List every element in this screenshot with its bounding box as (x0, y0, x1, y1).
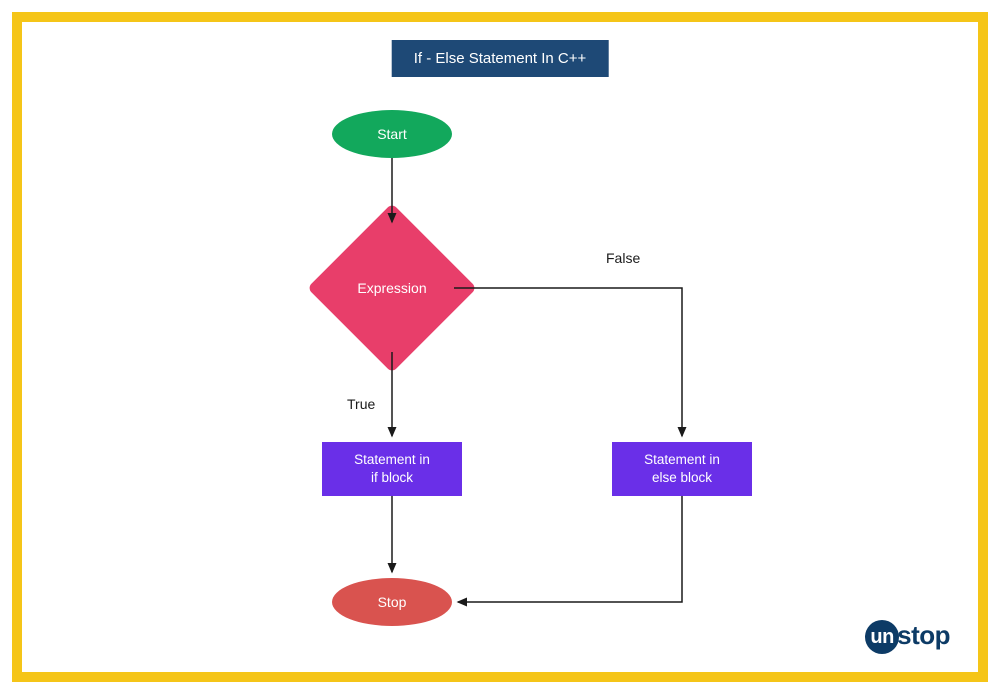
diagram-title: If - Else Statement In C++ (392, 40, 609, 77)
decision-node: Expression (332, 228, 452, 348)
if-block-node: Statement in if block (322, 442, 462, 496)
expression-label: Expression (357, 280, 426, 296)
else-block-label: Statement in else block (644, 451, 720, 486)
true-edge-label: True (347, 396, 375, 412)
logo-circle: un (865, 620, 899, 654)
diagram-frame: If - Else Statement In C++ Start Express… (12, 12, 988, 682)
start-node: Start (332, 110, 452, 158)
flowchart-canvas: If - Else Statement In C++ Start Express… (22, 22, 978, 672)
stop-node: Stop (332, 578, 452, 626)
brand-logo: unstop (865, 620, 950, 654)
else-block-node: Statement in else block (612, 442, 752, 496)
stop-label: Stop (378, 594, 407, 610)
flowchart-arrows (22, 22, 978, 672)
start-label: Start (377, 126, 407, 142)
false-edge-label: False (606, 250, 640, 266)
logo-suffix: stop (897, 620, 950, 650)
if-block-label: Statement in if block (354, 451, 430, 486)
